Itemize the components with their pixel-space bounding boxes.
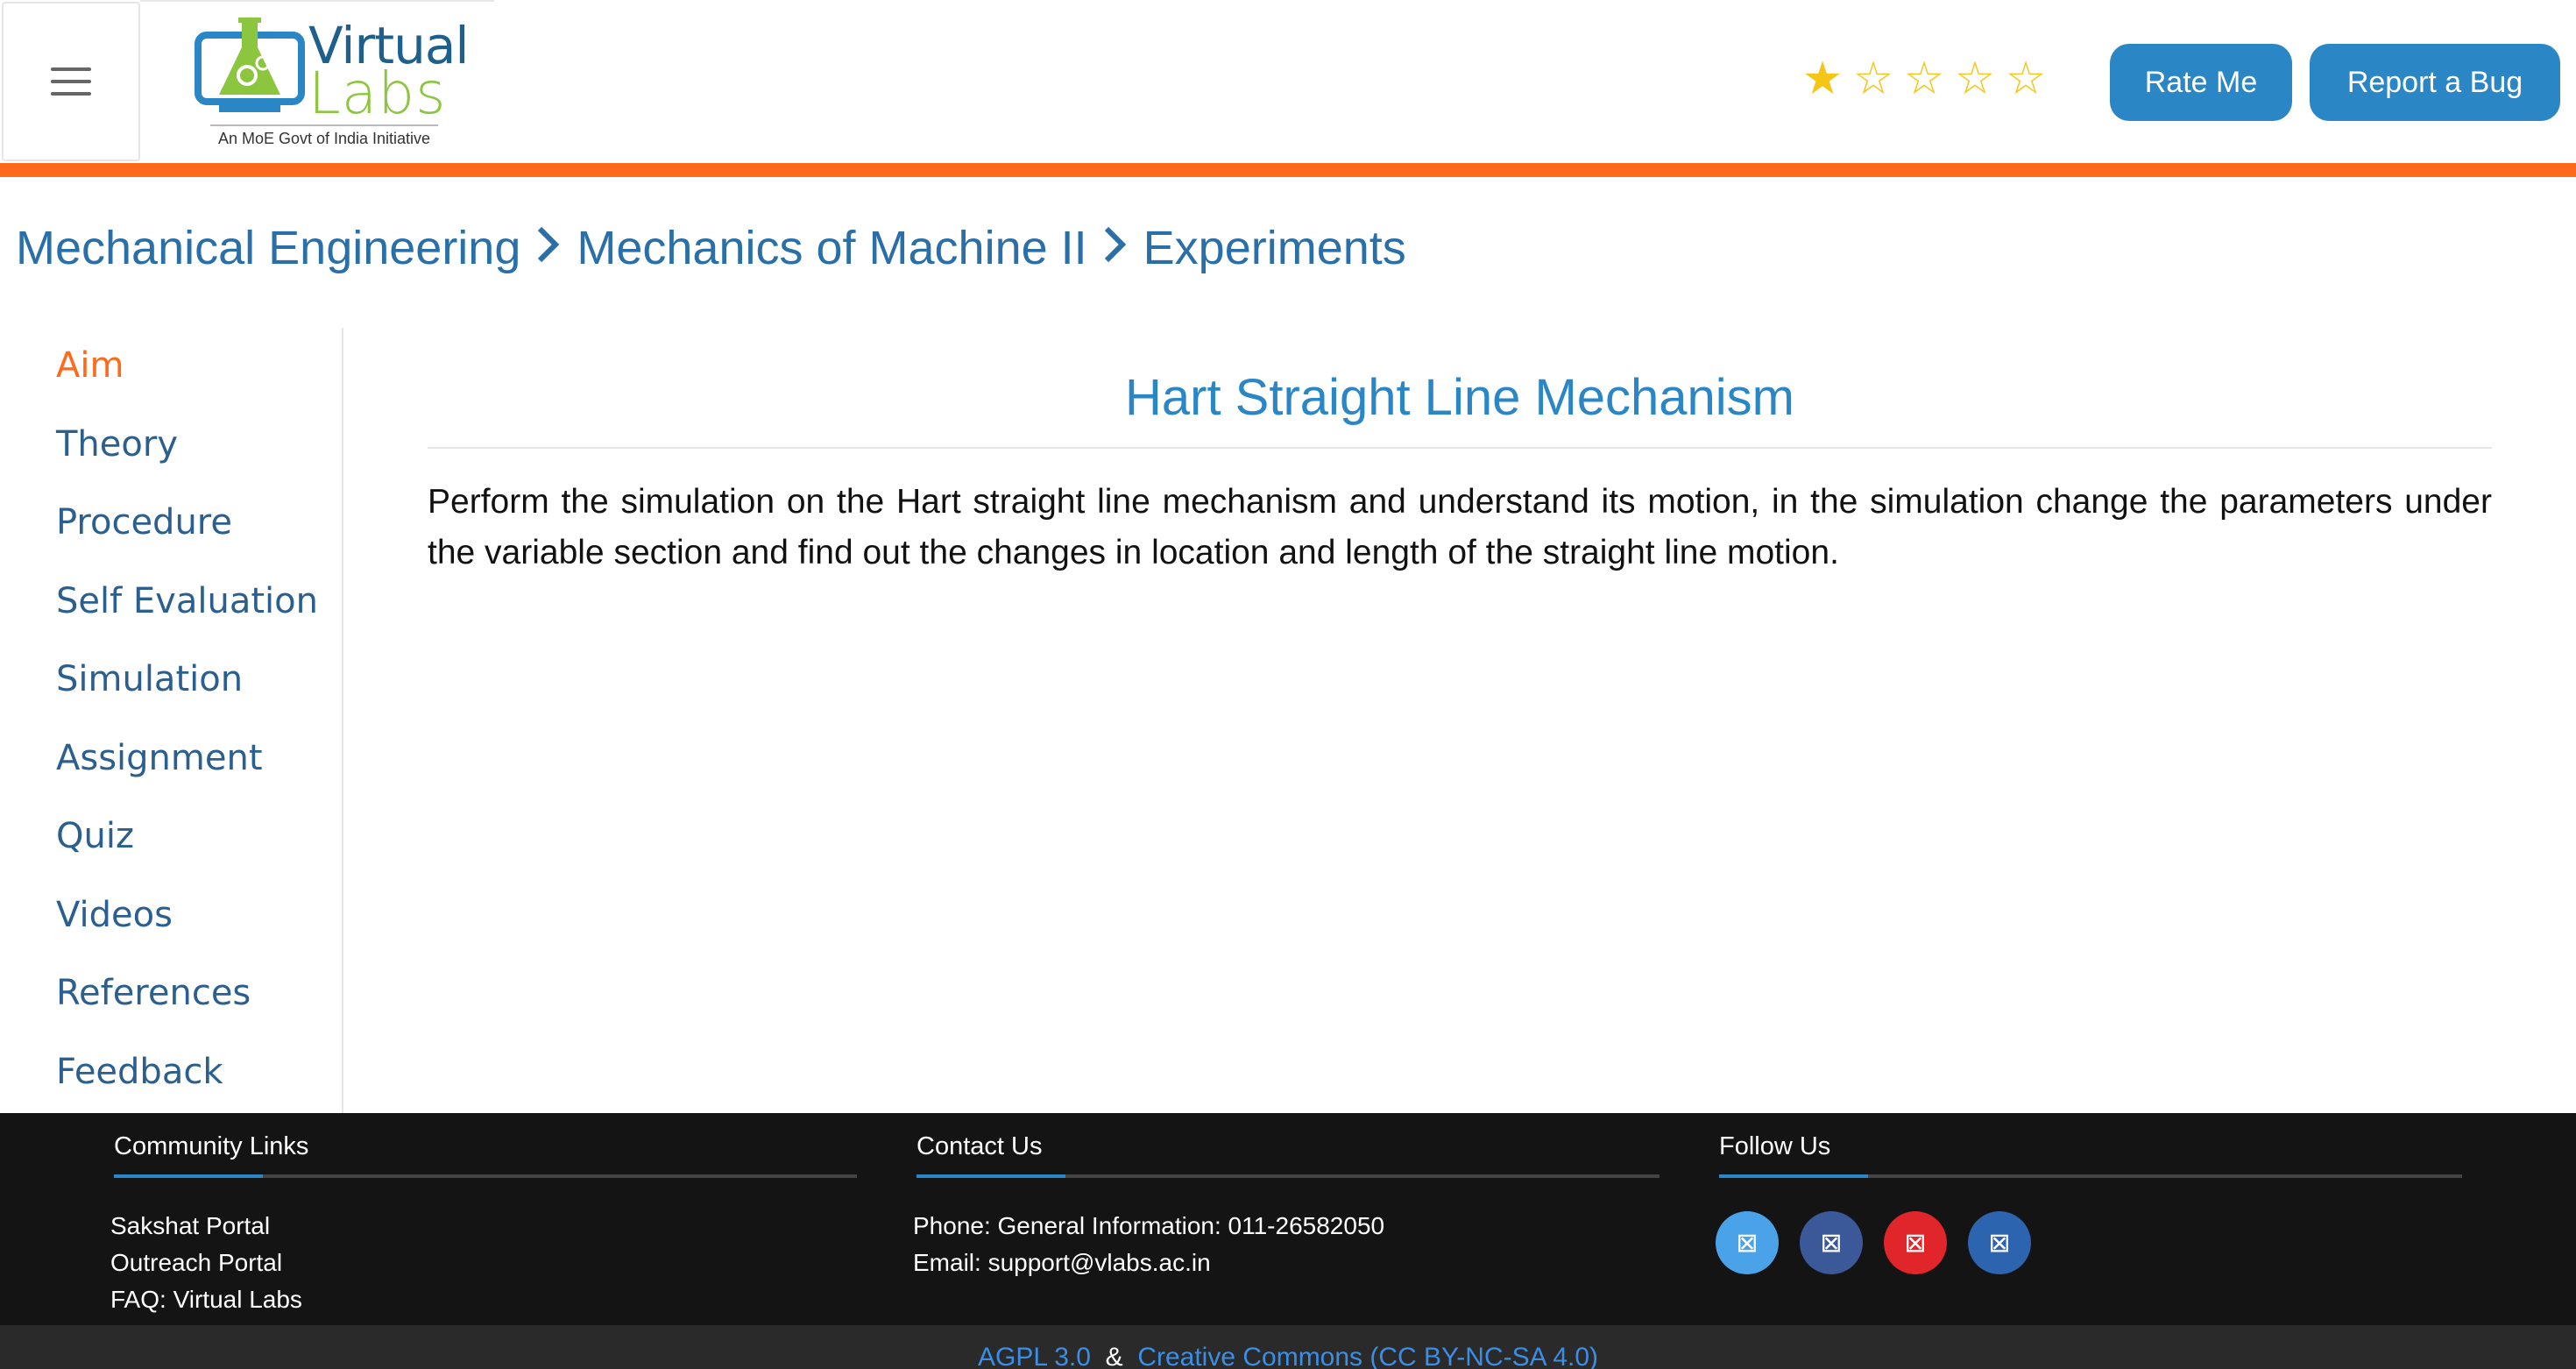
virtual-labs-logo[interactable]: Virtual Labs An MoE Govt of India Initia… bbox=[140, 0, 494, 160]
license-ampersand: & bbox=[1105, 1343, 1123, 1369]
footer-heading-contact: Contact Us bbox=[916, 1132, 1043, 1160]
breadcrumb-item-mechanics-of-machine[interactable]: Mechanics of Machine II bbox=[577, 221, 1086, 275]
star-icon-5[interactable]: ☆ bbox=[2001, 54, 2050, 103]
facebook-icon[interactable]: ⊠ bbox=[1800, 1211, 1863, 1274]
sidebar-item-quiz[interactable]: Quiz bbox=[56, 816, 134, 856]
breadcrumb-item-mechanical-engineering[interactable]: Mechanical Engineering bbox=[16, 221, 520, 275]
sidebar-item-procedure[interactable]: Procedure bbox=[56, 502, 232, 543]
footer-contact-email[interactable]: Email: support@vlabs.ac.in bbox=[913, 1245, 1660, 1281]
footer-heading-rule bbox=[114, 1174, 857, 1178]
report-bug-button[interactable]: Report a Bug bbox=[2310, 44, 2560, 121]
footer-heading-follow: Follow Us bbox=[1719, 1132, 1831, 1160]
logo-word-labs: Labs bbox=[308, 60, 447, 127]
sidebar-item-simulation[interactable]: Simulation bbox=[56, 659, 243, 699]
footer-heading-community: Community Links bbox=[114, 1132, 309, 1160]
license-link-cc[interactable]: Creative Commons (CC BY-NC-SA 4.0) bbox=[1137, 1343, 1598, 1369]
star-icon-2[interactable]: ☆ bbox=[1849, 54, 1898, 103]
aim-description: Perform the simulation on the Hart strai… bbox=[428, 483, 2492, 571]
footer-link-outreach[interactable]: Outreach Portal bbox=[110, 1245, 857, 1281]
site-header: Virtual Labs An MoE Govt of India Initia… bbox=[0, 0, 2576, 165]
logo-tagline: An MoE Govt of India Initiative bbox=[210, 124, 438, 148]
footer-follow: Follow Us ⊠ ⊠ ⊠ ⊠ bbox=[1716, 1132, 2462, 1274]
chevron-right-icon bbox=[1103, 221, 1126, 275]
star-icon-4[interactable]: ☆ bbox=[1950, 54, 1999, 103]
footer-community-links: Community Links Sakshat Portal Outreach … bbox=[110, 1132, 857, 1318]
footer-contact: Contact Us Phone: General Information: 0… bbox=[913, 1132, 1660, 1281]
flask-monitor-icon bbox=[195, 18, 305, 112]
page-title: Hart Straight Line Mechanism bbox=[1125, 369, 1794, 426]
sidebar-item-self-evaluation[interactable]: Self Evaluation bbox=[56, 581, 318, 621]
menu-button[interactable] bbox=[2, 2, 140, 161]
footer-contact-phone: Phone: General Information: 011-26582050 bbox=[913, 1212, 1385, 1239]
youtube-icon[interactable]: ⊠ bbox=[1884, 1211, 1947, 1274]
twitter-icon[interactable]: ⊠ bbox=[1716, 1211, 1779, 1274]
rate-me-button[interactable]: Rate Me bbox=[2110, 44, 2292, 121]
footer-link-faq[interactable]: FAQ: Virtual Labs bbox=[110, 1281, 857, 1318]
hamburger-icon bbox=[51, 59, 91, 104]
license-link-agpl[interactable]: AGPL 3.0 bbox=[978, 1343, 1091, 1369]
social-links: ⊠ ⊠ ⊠ ⊠ bbox=[1716, 1211, 2462, 1274]
site-footer: Community Links Sakshat Portal Outreach … bbox=[0, 1113, 2576, 1325]
footer-heading-rule bbox=[1719, 1174, 2462, 1178]
sidebar-item-theory[interactable]: Theory bbox=[56, 424, 178, 465]
footer-link-sakshat[interactable]: Sakshat Portal bbox=[110, 1208, 857, 1245]
linkedin-icon[interactable]: ⊠ bbox=[1968, 1211, 2031, 1274]
sidebar: Aim Theory Procedure Self Evaluation Sim… bbox=[0, 328, 343, 1113]
header-divider bbox=[0, 163, 2576, 177]
sidebar-item-references[interactable]: References bbox=[56, 973, 251, 1013]
breadcrumb: Mechanical Engineering Mechanics of Mach… bbox=[16, 221, 1406, 275]
sidebar-item-assignment[interactable]: Assignment bbox=[56, 738, 263, 778]
sidebar-item-aim[interactable]: Aim bbox=[56, 345, 124, 386]
chevron-right-icon bbox=[536, 221, 560, 275]
star-icon-3[interactable]: ☆ bbox=[1900, 54, 1949, 103]
sidebar-item-videos[interactable]: Videos bbox=[56, 895, 173, 935]
star-rating[interactable]: ★ ☆ ☆ ☆ ☆ bbox=[1798, 54, 2050, 103]
footer-heading-rule bbox=[916, 1174, 1660, 1178]
license-bar: AGPL 3.0 & Creative Commons (CC BY-NC-SA… bbox=[0, 1325, 2576, 1369]
sidebar-item-feedback[interactable]: Feedback bbox=[56, 1052, 223, 1092]
title-divider bbox=[428, 447, 2492, 449]
star-icon-1[interactable]: ★ bbox=[1798, 54, 1847, 103]
breadcrumb-item-experiments[interactable]: Experiments bbox=[1143, 221, 1406, 275]
